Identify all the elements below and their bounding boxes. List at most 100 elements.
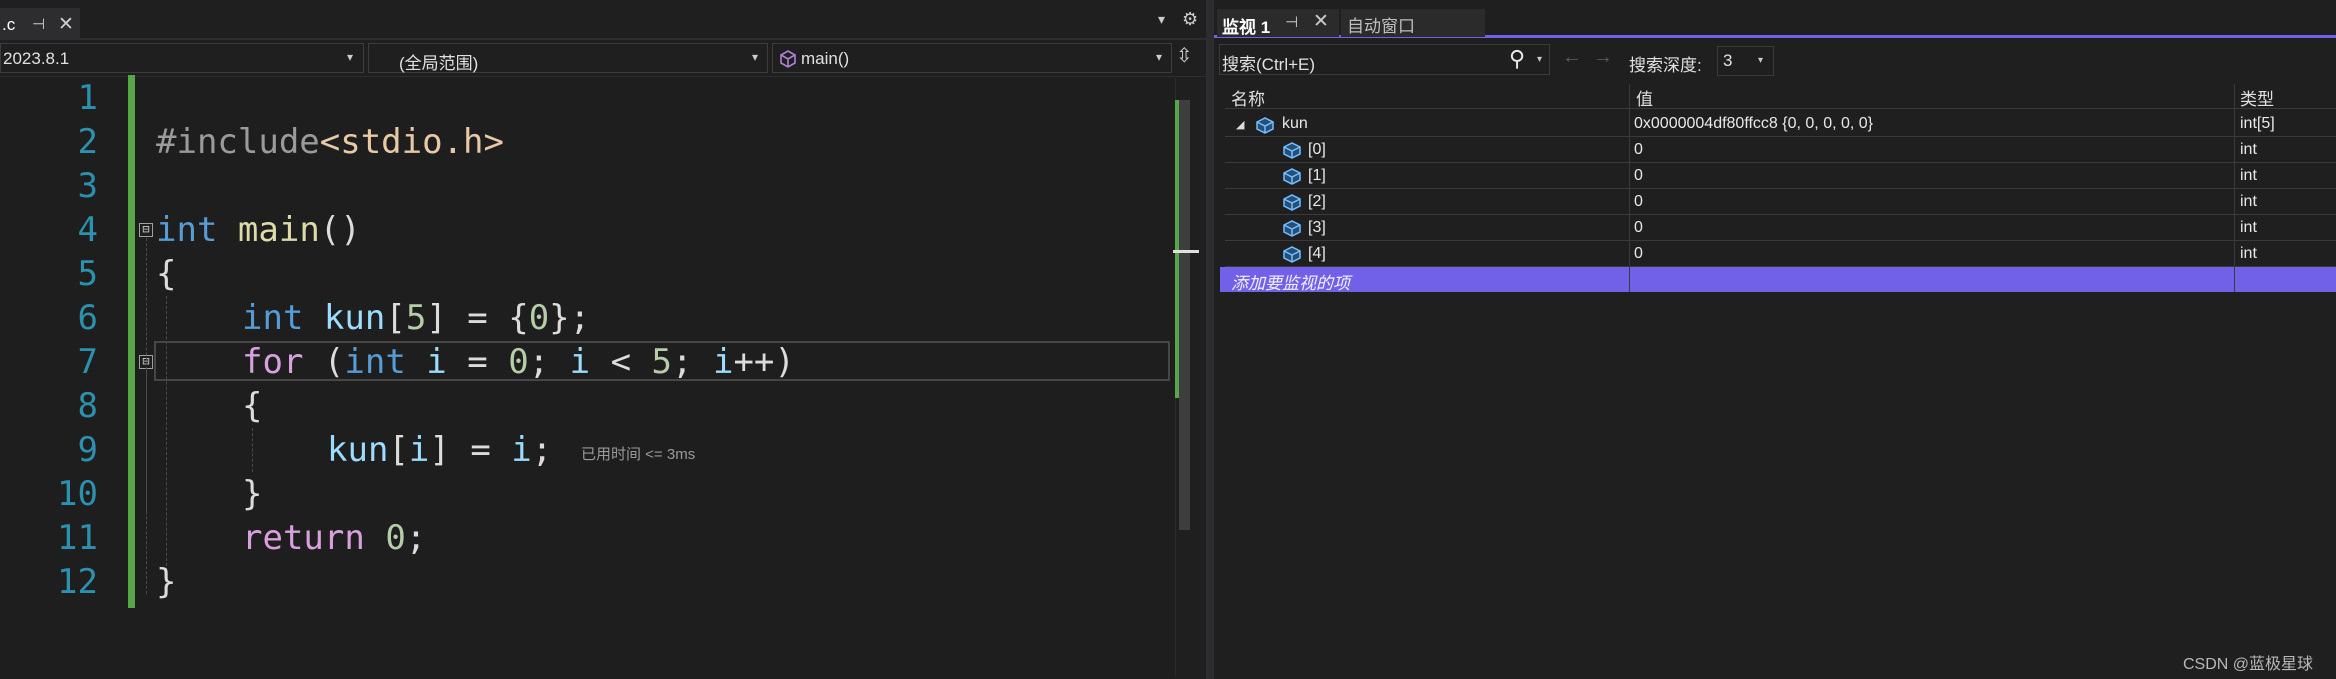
watch-item-name[interactable]: kun [1282, 115, 1308, 133]
scrollbar-thumb[interactable] [1179, 100, 1190, 530]
function-combo-label: main() [801, 49, 850, 68]
code-line-7[interactable]: for (int i = 0; i < 5; i++) [242, 340, 795, 384]
method-cube-icon [780, 50, 796, 68]
tab-watch-1-label[interactable]: 监视 1 [1222, 13, 1270, 38]
punctuation: ] [429, 430, 450, 470]
watch-item-name[interactable]: [3] [1308, 219, 1326, 237]
watch-item-value[interactable]: 0 [1634, 245, 1643, 263]
column-header-type[interactable]: 类型 [2240, 85, 2274, 110]
line-number: 11 [57, 518, 98, 558]
watch-row-child[interactable] [1225, 216, 2336, 241]
function-combo[interactable]: main() ▾ [772, 43, 1172, 73]
chevron-down-icon[interactable]: ▾ [752, 50, 758, 64]
code-line-5[interactable]: { [156, 252, 176, 296]
punctuation: { [508, 298, 529, 338]
chevron-down-icon[interactable]: ▾ [347, 50, 353, 64]
watch-item-value[interactable]: 0x0000004df80ffcc8 {0, 0, 0, 0, 0} [1634, 115, 1873, 133]
perf-tip[interactable]: 已用时间 <= 3ms [581, 443, 695, 464]
pin-icon[interactable]: ⊣ [32, 15, 45, 33]
line-number: 2 [77, 122, 98, 162]
back-arrow-icon[interactable]: ← [1562, 46, 1582, 69]
forward-arrow-icon[interactable]: → [1593, 46, 1613, 69]
file-tab-name[interactable]: .c [2, 15, 15, 35]
function-name: main [237, 210, 320, 250]
watch-row-child[interactable] [1225, 190, 2336, 215]
chevron-down-icon[interactable]: ▾ [1537, 54, 1542, 65]
line-number: 12 [57, 562, 98, 602]
number-literal: 0 [385, 518, 406, 558]
scrollbar-caret-marker [1173, 250, 1199, 253]
tab-autos-label[interactable]: 自动窗口 [1347, 12, 1415, 37]
search-placeholder[interactable]: 搜索(Ctrl+E) [1222, 50, 1315, 75]
watch-row-child[interactable] [1225, 164, 2336, 189]
close-icon[interactable]: ✕ [1313, 10, 1329, 33]
split-window-icon[interactable]: ⇳ [1176, 43, 1193, 68]
code-line-12[interactable]: } [156, 560, 176, 604]
control-keyword: return [242, 518, 365, 558]
collapse-icon[interactable]: ⊟ [139, 223, 153, 237]
tab-list-dropdown-icon[interactable]: ▾ [1158, 11, 1165, 28]
variable-name: i [426, 342, 447, 382]
code-line-8[interactable]: { [242, 384, 262, 428]
watch-item-type: int [2240, 141, 2257, 158]
cube-icon [1283, 194, 1301, 211]
column-header-name[interactable]: 名称 [1231, 85, 1265, 110]
number-literal: 0 [508, 342, 529, 382]
pane-splitter[interactable] [1206, 0, 1214, 679]
code-line-9[interactable]: kun[i] = i; [327, 428, 552, 472]
variable-name: i [712, 342, 734, 382]
brace: } [156, 562, 177, 602]
watch-item-value[interactable]: 0 [1634, 219, 1643, 237]
search-icon[interactable]: ⚲ [1509, 46, 1525, 72]
chevron-down-icon[interactable]: ▾ [1156, 50, 1162, 64]
number-literal: 0 [528, 298, 550, 338]
file-tab[interactable]: .c ⊣ ✕ [0, 8, 80, 40]
column-separator[interactable] [1629, 84, 1630, 292]
watch-row-child[interactable] [1225, 138, 2336, 163]
scrollbar-change-marker [1175, 100, 1179, 398]
type-keyword: int [344, 342, 406, 382]
close-icon[interactable]: ✕ [58, 13, 74, 36]
watch-item-name[interactable]: [1] [1308, 167, 1326, 185]
variable-name: i [569, 342, 591, 382]
line-number: 10 [57, 474, 98, 514]
column-separator[interactable] [2234, 84, 2235, 292]
code-line-6[interactable]: int kun[5] = {0}; [242, 296, 590, 340]
project-combo[interactable]: 2023.8.1 ▾ [0, 43, 364, 73]
code-line-10[interactable]: } [242, 472, 262, 516]
cube-icon [1283, 142, 1301, 159]
brace: { [242, 386, 263, 426]
cube-icon [1283, 220, 1301, 237]
watch-item-name[interactable]: [4] [1308, 245, 1326, 263]
chevron-down-icon[interactable]: ▾ [1758, 55, 1763, 66]
expander-icon[interactable]: ◢ [1236, 118, 1244, 131]
cube-icon [1283, 168, 1301, 185]
watch-item-value[interactable]: 0 [1634, 141, 1643, 159]
watch-item-value[interactable]: 0 [1634, 167, 1643, 185]
punctuation: ] [426, 298, 447, 338]
code-line-11[interactable]: return 0; [242, 516, 426, 560]
add-watch-row[interactable] [1220, 267, 2336, 292]
scope-combo[interactable]: (全局范围) ▾ [368, 43, 768, 73]
fold-guide [146, 370, 147, 512]
watch-item-name[interactable]: [0] [1308, 141, 1326, 159]
watch-item-name[interactable]: [2] [1308, 193, 1326, 211]
watch-item-value[interactable]: 0 [1634, 193, 1643, 211]
search-depth-value[interactable]: 3 [1723, 51, 1732, 71]
watermark: CSDN @蓝极星球 [2183, 656, 2314, 673]
punctuation: ; [672, 342, 713, 382]
operator: < [590, 342, 652, 382]
add-watch-placeholder[interactable]: 添加要监视的项 [1231, 269, 1350, 294]
number-literal: 5 [651, 342, 673, 382]
gear-icon[interactable]: ⚙ [1182, 9, 1198, 30]
watch-item-type: int [2240, 245, 2257, 262]
punctuation: () [319, 210, 361, 250]
code-line-2[interactable]: #include<stdio.h> [156, 120, 504, 164]
line-number: 3 [77, 166, 98, 206]
pin-icon[interactable]: ⊣ [1285, 13, 1298, 31]
watch-row-child[interactable] [1225, 242, 2336, 267]
code-line-4[interactable]: int main() [156, 208, 361, 252]
column-header-value[interactable]: 值 [1636, 85, 1653, 110]
punctuation: [ [385, 298, 406, 338]
indent-guide [166, 296, 167, 586]
